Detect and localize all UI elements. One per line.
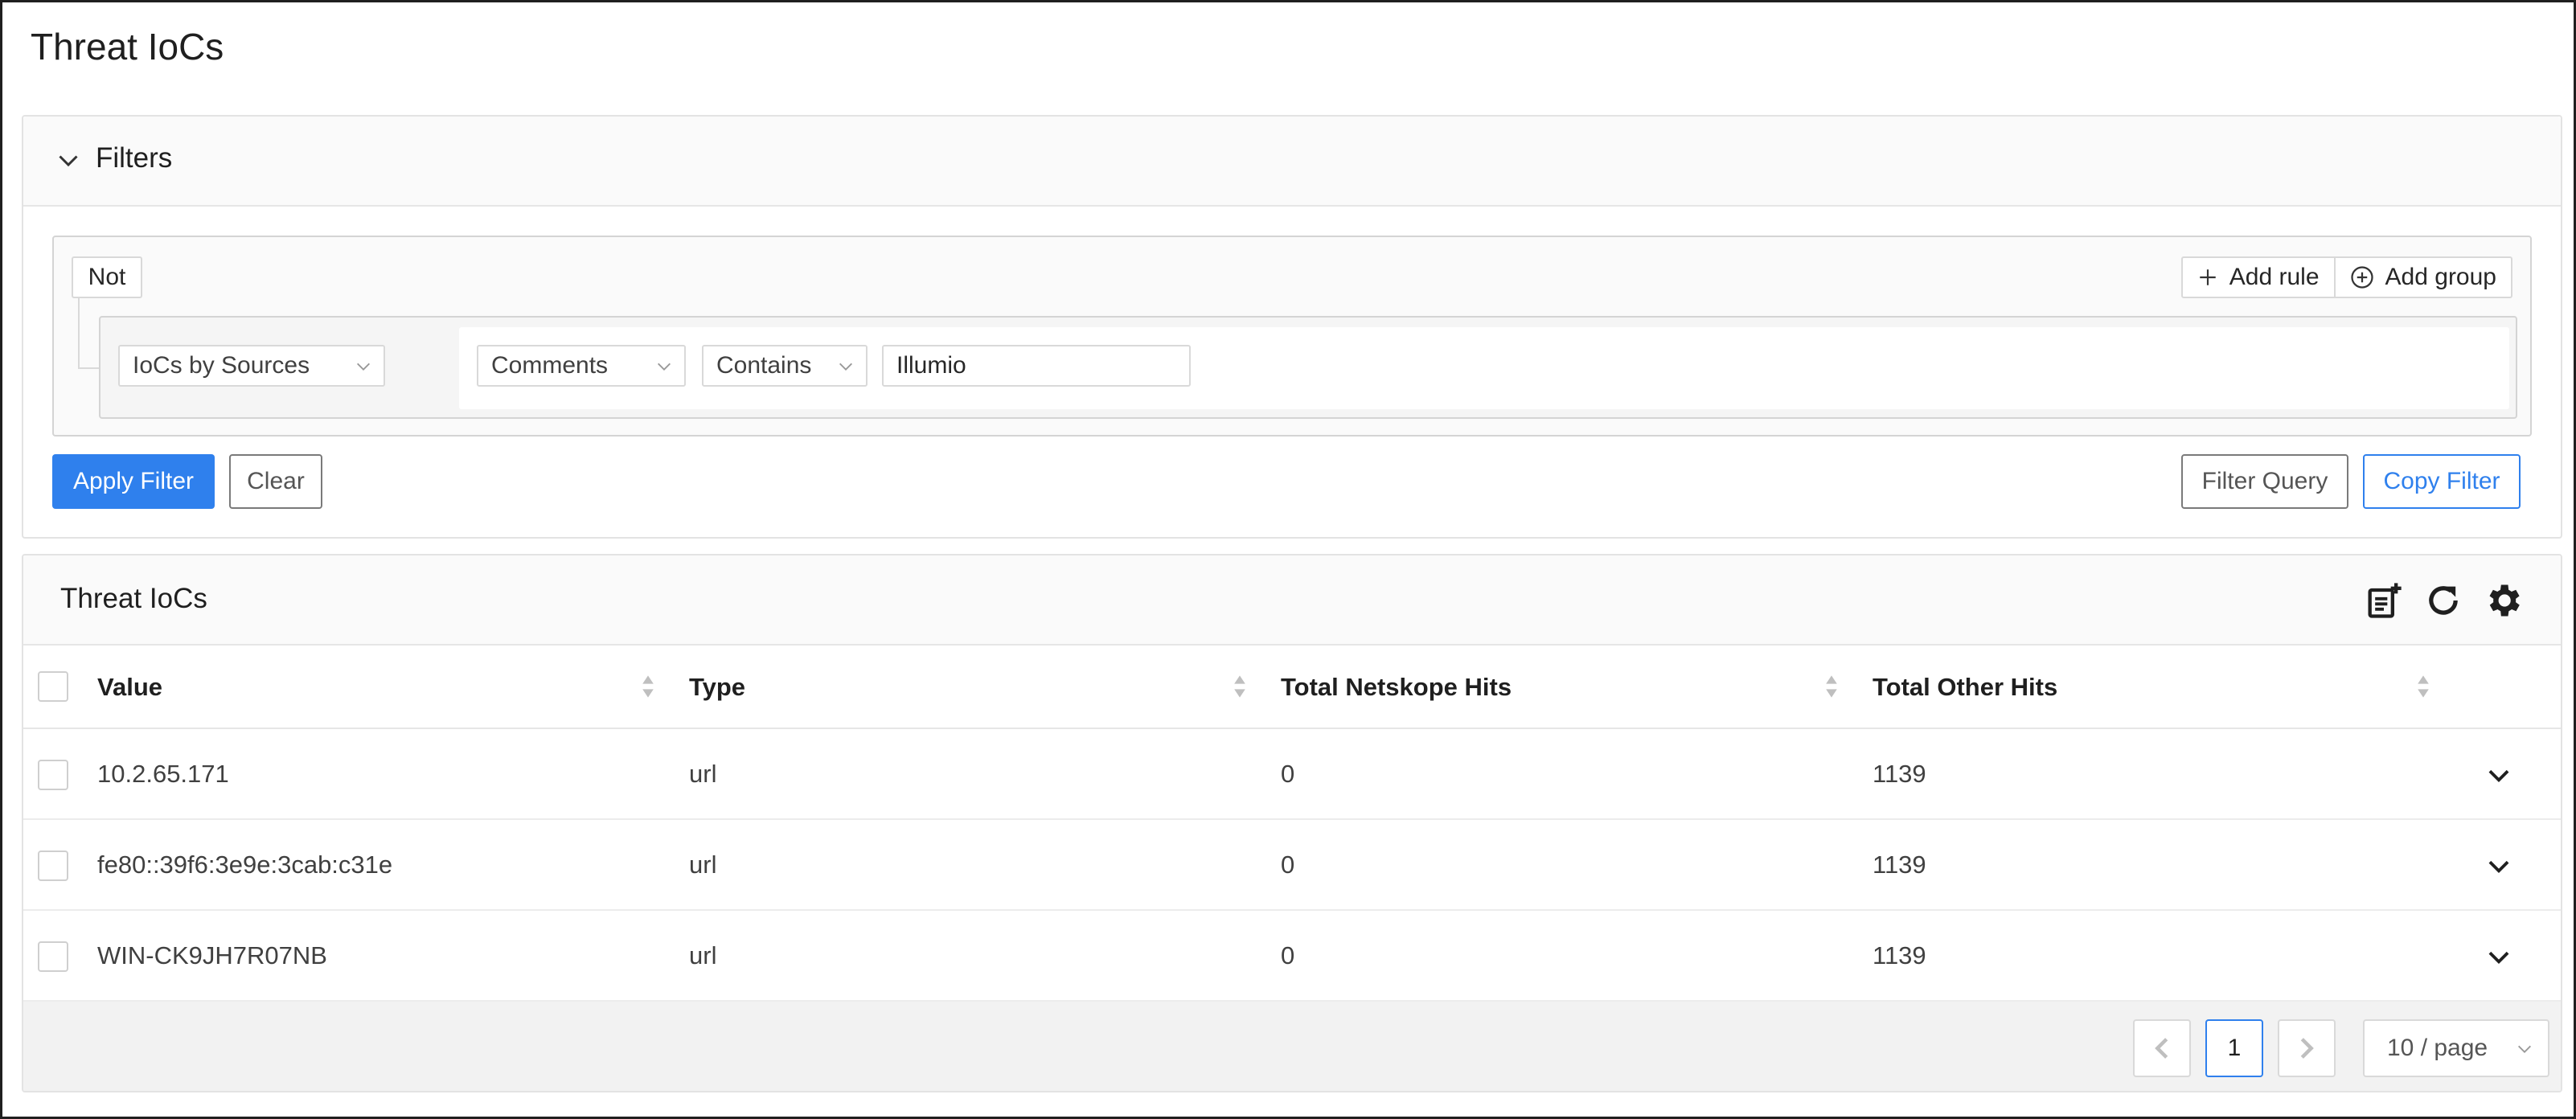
app-frame: Threat IoCs Filters Not Add rule Add gro… xyxy=(0,0,2576,1119)
chevron-down-icon xyxy=(2518,1045,2531,1053)
page-title: Threat IoCs xyxy=(31,26,224,68)
filter-rule: Comments Contains Illumio xyxy=(459,327,2509,409)
current-page-button[interactable]: 1 xyxy=(2205,1019,2263,1077)
table-row[interactable]: WIN-CK9JH7R07NB url 0 1139 xyxy=(23,911,2561,1002)
field-select[interactable]: Comments xyxy=(477,345,686,387)
column-header-type[interactable]: Type xyxy=(689,673,745,702)
row-checkbox[interactable] xyxy=(38,851,68,881)
chevron-down-icon[interactable] xyxy=(54,146,83,174)
chevron-down-icon xyxy=(658,363,671,371)
cell-value: WIN-CK9JH7R07NB xyxy=(97,941,327,969)
chevron-down-icon xyxy=(839,363,852,371)
cell-value: fe80::39f6:3e9e:3cab:c31e xyxy=(97,851,393,879)
pagination-bar: 1 10 / page xyxy=(23,1002,2561,1091)
copy-filter-button[interactable]: Copy Filter xyxy=(2363,454,2521,509)
add-group-button[interactable]: Add group xyxy=(2333,258,2511,297)
apply-filter-button[interactable]: Apply Filter xyxy=(52,454,215,509)
not-toggle-button[interactable]: Not xyxy=(72,256,142,298)
field-select-value: Comments xyxy=(491,352,609,379)
expand-row-chevron-icon[interactable] xyxy=(2484,941,2514,972)
page-size-value: 10 / page xyxy=(2387,1035,2488,1061)
table-row[interactable]: 10.2.65.171 url 0 1139 xyxy=(23,729,2561,820)
clear-button[interactable]: Clear xyxy=(229,454,322,509)
cell-type: url xyxy=(689,941,717,969)
source-select[interactable]: IoCs by Sources xyxy=(118,345,385,387)
cell-other-hits: 1139 xyxy=(1873,941,1926,969)
sort-icon[interactable] xyxy=(2416,673,2430,700)
cell-netskope-hits: 0 xyxy=(1281,760,1295,788)
add-group-label: Add group xyxy=(2385,264,2496,290)
threat-iocs-table-panel: Threat IoCs Value Type Total Netskope Hi… xyxy=(22,554,2562,1092)
refresh-icon[interactable] xyxy=(2422,580,2464,621)
plus-circle-icon xyxy=(2350,266,2373,289)
table-row[interactable]: fe80::39f6:3e9e:3cab:c31e url 0 1139 xyxy=(23,820,2561,911)
add-rule-label: Add rule xyxy=(2229,264,2320,290)
rule-actions: Add rule Add group xyxy=(2180,256,2512,298)
filter-query-button[interactable]: Filter Query xyxy=(2181,454,2348,509)
select-all-checkbox[interactable] xyxy=(38,671,68,702)
filters-header[interactable]: Filters xyxy=(23,117,2561,207)
filters-title: Filters xyxy=(96,142,173,174)
table-header-bar: Threat IoCs xyxy=(23,555,2561,646)
table-header-row: Value Type Total Netskope Hits Total Oth… xyxy=(23,646,2561,729)
cell-netskope-hits: 0 xyxy=(1281,941,1295,969)
sort-icon[interactable] xyxy=(641,673,655,700)
rule-group: IoCs by Sources Comments Contains Illumi… xyxy=(99,316,2517,419)
table-title: Threat IoCs xyxy=(60,583,207,614)
settings-gear-icon[interactable] xyxy=(2482,580,2524,621)
sort-icon[interactable] xyxy=(1824,673,1839,700)
operator-select[interactable]: Contains xyxy=(702,345,868,387)
chevron-left-icon xyxy=(2155,1038,2168,1059)
add-note-icon[interactable] xyxy=(2363,580,2405,621)
operator-select-value: Contains xyxy=(716,352,812,379)
chevron-right-icon xyxy=(2300,1038,2314,1059)
rule-value-input[interactable]: Illumio xyxy=(882,345,1191,387)
cell-other-hits: 1139 xyxy=(1873,851,1926,879)
source-select-value: IoCs by Sources xyxy=(133,352,310,379)
column-header-netskope-hits[interactable]: Total Netskope Hits xyxy=(1281,673,1512,702)
plus-icon xyxy=(2200,269,2216,285)
filters-panel: Filters Not Add rule Add group IoCs by S… xyxy=(22,115,2562,539)
cell-type: url xyxy=(689,760,717,788)
page-size-select[interactable]: 10 / page xyxy=(2363,1019,2549,1077)
row-checkbox[interactable] xyxy=(38,941,68,972)
expand-row-chevron-icon[interactable] xyxy=(2484,760,2514,790)
cell-value: 10.2.65.171 xyxy=(97,760,229,788)
cell-other-hits: 1139 xyxy=(1873,760,1926,788)
expand-row-chevron-icon[interactable] xyxy=(2484,851,2514,881)
add-rule-button[interactable]: Add rule xyxy=(2183,258,2334,297)
column-header-value[interactable]: Value xyxy=(97,673,162,702)
previous-page-button[interactable] xyxy=(2133,1019,2191,1077)
cell-netskope-hits: 0 xyxy=(1281,851,1295,879)
chevron-down-icon xyxy=(357,363,370,371)
sort-icon[interactable] xyxy=(1233,673,1247,700)
next-page-button[interactable] xyxy=(2278,1019,2336,1077)
query-builder: Not Add rule Add group IoCs by Sources C… xyxy=(52,236,2532,437)
row-checkbox[interactable] xyxy=(38,760,68,790)
column-header-other-hits[interactable]: Total Other Hits xyxy=(1873,673,2057,702)
cell-type: url xyxy=(689,851,717,879)
